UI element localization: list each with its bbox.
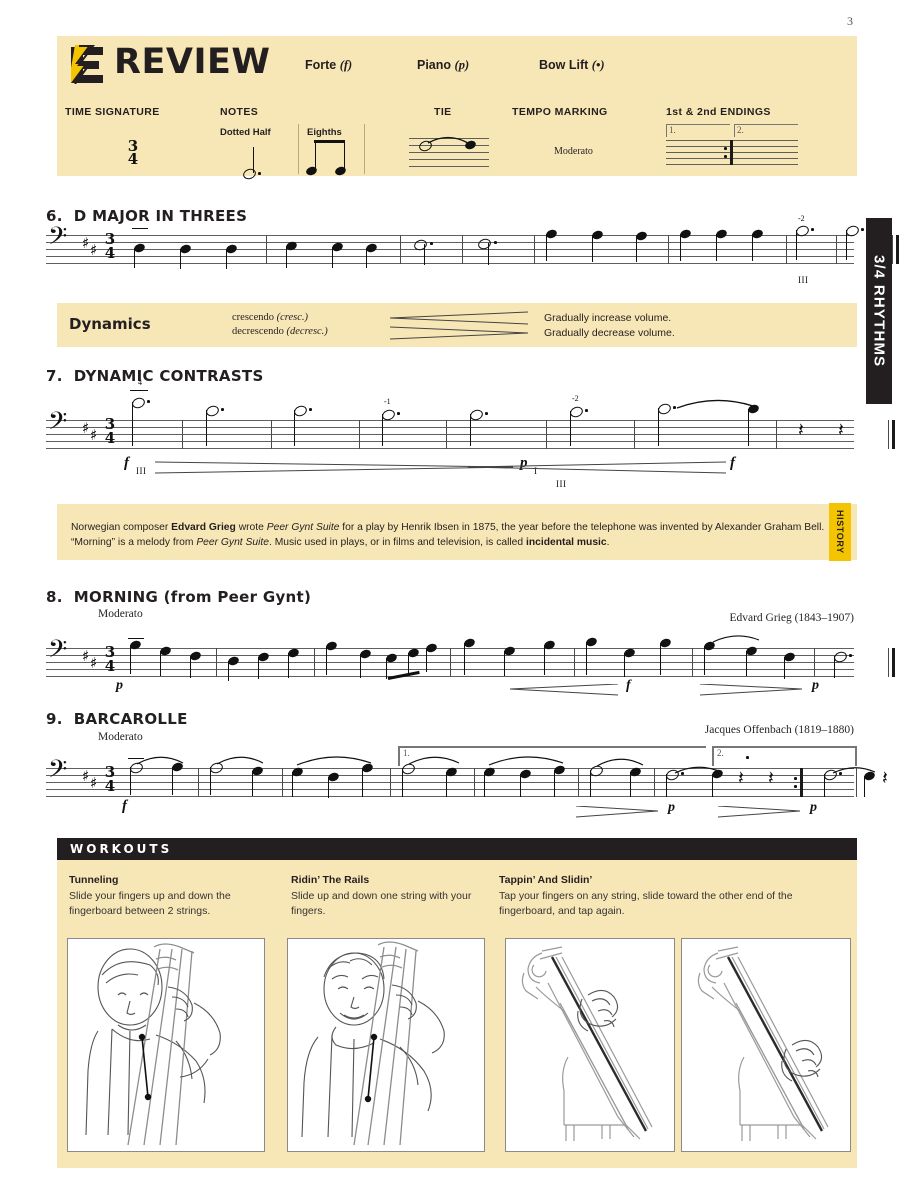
workout-title-1: Tunneling xyxy=(69,874,119,886)
crescendo-hairpin-icon xyxy=(390,311,529,325)
exercise-9-dynamic-f: f xyxy=(122,798,127,814)
exercise-8-dynamic-p2: p xyxy=(812,678,819,693)
exercise-9-heading: 9. BARCAROLLE xyxy=(46,710,188,728)
exercise-7-staff: 𝄢 ♯ ♯ 3 4 4 -1 -2 𝄽 𝄽 xyxy=(46,378,895,452)
exercise-9-tempo: Moderato xyxy=(98,731,143,743)
exercise-7-fingering-2: -2 xyxy=(572,394,579,403)
review-col-header-tie: TIE xyxy=(434,106,452,118)
exercise-9-dynamic-p2: p xyxy=(810,800,817,815)
exercise-8-tempo: Moderato xyxy=(98,608,143,620)
bass-fingerboard-sliding-illustration xyxy=(681,938,851,1152)
dynamics-term-crescendo: crescendo (cresc.) xyxy=(232,312,308,323)
workout-desc-2: Slide up and down one string with your f… xyxy=(291,890,472,917)
exercise-8-dynamic-f: f xyxy=(626,678,631,693)
exercise-9-decrescendo-hairpin-1 xyxy=(576,806,659,818)
history-side-tab-label: HISTORY xyxy=(835,510,845,554)
essential-elements-logo-icon xyxy=(69,44,107,84)
workout-desc-3: Tap your fingers on any string, slide to… xyxy=(499,890,793,917)
dynamics-term-decrescendo: decrescendo (decresc.) xyxy=(232,326,328,337)
exercise-7-dynamic-f: f xyxy=(124,455,129,471)
chapter-side-tab-label: 3/4 RHYTHMS xyxy=(870,254,888,368)
exercise-8-heading: 8. MORNING (from Peer Gynt) xyxy=(46,588,312,606)
review-subheader-eighths: Eighths xyxy=(307,127,342,138)
workout-title-3: Tappin’ And Slidin’ xyxy=(499,874,593,886)
dynamics-panel: Dynamics crescendo (cresc.) decrescendo … xyxy=(57,303,857,347)
review-divider-1 xyxy=(298,124,299,174)
review-piano-item: Piano (p) xyxy=(417,58,470,72)
dynamics-title: Dynamics xyxy=(69,315,151,333)
page-number: 3 xyxy=(847,14,853,28)
dynamics-definition-decrescendo: Gradually decrease volume. xyxy=(544,327,675,339)
exercise-8-slur xyxy=(712,635,760,643)
exercise-9-dynamic-p1: p xyxy=(668,800,675,815)
history-text: Norwegian composer Edvard Grieg wrote Pe… xyxy=(71,522,825,548)
bassist-tunneling-illustration xyxy=(67,938,265,1152)
exercise-9-composer: Jacques Offenbach (1819–1880) xyxy=(704,724,854,736)
review-forte-item: Forte (f) xyxy=(305,58,353,72)
exercise-7-string-marking-0: III xyxy=(136,466,147,476)
bass-fingerboard-tapping-illustration xyxy=(505,938,675,1152)
review-subheader-dotted-half: Dotted Half xyxy=(220,127,271,138)
review-divider-2 xyxy=(364,124,365,174)
exercise-9-ending-1-label: 1. xyxy=(403,748,410,758)
workouts-panel: Tunneling Slide your fingers up and down… xyxy=(57,860,857,1168)
exercise-7-crescendo-hairpin xyxy=(468,461,727,474)
review-col-header-tempo-marking: TEMPO MARKING xyxy=(512,106,608,118)
review-col-header-notes: NOTES xyxy=(220,106,259,118)
exercise-6-string-marking: III xyxy=(798,275,809,285)
review-col-header-endings: 1st & 2nd ENDINGS xyxy=(666,106,771,118)
exercise-7-decrescendo-hairpin xyxy=(155,461,514,474)
decrescendo-hairpin-icon xyxy=(390,326,529,340)
review-tempo-value: Moderato xyxy=(554,146,593,157)
review-tie-glyph xyxy=(409,132,489,174)
exercise-7-fingering-1: -1 xyxy=(384,397,391,406)
exercise-8-dynamic-p: p xyxy=(116,678,123,693)
exercise-6-heading: 6. D MAJOR IN THREES xyxy=(46,207,248,225)
workouts-header-label: WORKOUTS xyxy=(70,842,173,856)
workout-title-2: Ridin’ The Rails xyxy=(291,874,370,886)
exercise-7-dynamic-f2: f xyxy=(730,455,735,471)
exercise-9-decrescendo-hairpin-2 xyxy=(718,806,801,818)
exercise-7-fingering-0: 4 xyxy=(138,378,142,387)
workout-desc-1: Slide your fingers up and down the finge… xyxy=(69,890,231,917)
review-bowlift-item: Bow Lift (•) xyxy=(539,58,605,72)
workouts-header-bar: WORKOUTS xyxy=(57,838,857,860)
history-side-tab: HISTORY xyxy=(829,503,851,561)
exercise-8-decrescendo-hairpin xyxy=(700,684,803,696)
review-endings-glyph: 1. 2. xyxy=(666,124,798,174)
exercise-6-staff: 𝄢 ♯ ♯ 3 4 -2 III xyxy=(46,214,899,285)
exercise-8-crescendo-hairpin xyxy=(510,684,619,696)
bassist-ridin-rails-illustration xyxy=(287,938,485,1152)
review-title: REVIEW xyxy=(114,42,271,82)
exercise-7-string-marking-2: III xyxy=(556,479,567,489)
chapter-side-tab: 3/4 RHYTHMS xyxy=(866,218,892,404)
review-panel: REVIEW Forte (f) Piano (p) Bow Lift (•) … xyxy=(57,36,857,181)
exercise-7-heading: 7. DYNAMIC CONTRASTS xyxy=(46,367,264,385)
page-root: 3 3/4 RHYTHMS REVIEW Forte (f) Piano (p)… xyxy=(0,0,900,1200)
history-panel: Norwegian composer Edvard Grieg wrote Pe… xyxy=(57,504,857,560)
review-col-header-time-signature: TIME SIGNATURE xyxy=(65,106,160,118)
exercise-8-staff: 𝄢 ♯ ♯ 3 4 xyxy=(46,635,895,681)
exercise-9-staff: 𝄢 ♯ ♯ 3 4 𝄽 𝄽 𝄽 xyxy=(46,756,888,800)
exercise-9-ending-2-label: 2. xyxy=(717,748,724,758)
exercise-7-slur xyxy=(676,399,754,409)
exercise-8-composer: Edvard Grieg (1843–1907) xyxy=(729,612,854,624)
dynamics-definition-crescendo: Gradually increase volume. xyxy=(544,312,672,324)
